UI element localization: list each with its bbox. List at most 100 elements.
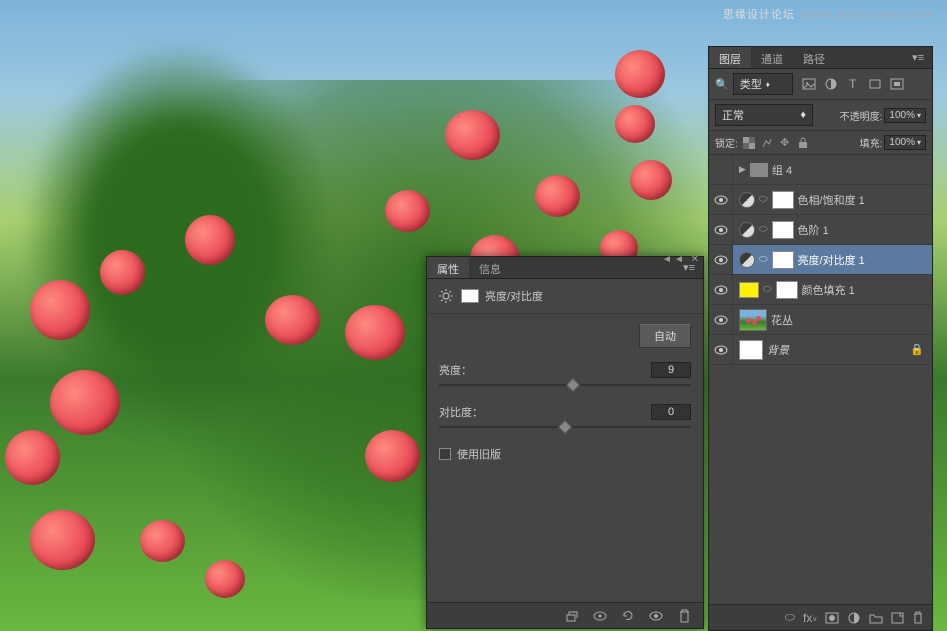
- tab-info[interactable]: 信息: [469, 257, 511, 278]
- flower: [385, 190, 430, 232]
- new-adjustment-icon[interactable]: [847, 611, 861, 625]
- fill-value-field[interactable]: 100% ▾: [884, 135, 926, 150]
- brightness-label: 亮度：: [439, 362, 472, 378]
- link-layers-icon[interactable]: ⬭: [785, 610, 795, 625]
- mask-thumb[interactable]: [772, 251, 794, 269]
- layer-item-group[interactable]: ▶ 组 4: [709, 155, 932, 185]
- toggle-visibility-icon[interactable]: [647, 607, 665, 625]
- clip-icon[interactable]: [563, 607, 581, 625]
- link-icon[interactable]: ⬭: [763, 284, 772, 295]
- visibility-toggle[interactable]: [709, 275, 733, 304]
- tab-paths[interactable]: 路径: [793, 47, 835, 68]
- layer-item-background[interactable]: 背景 🔒: [709, 335, 932, 365]
- flower: [615, 105, 655, 143]
- filter-type-select[interactable]: 类型 ♦: [733, 73, 793, 95]
- layer-list: ▶ 组 4 ⬭ 色相/饱和度 1 ⬭ 色阶 1: [709, 155, 932, 365]
- tab-properties[interactable]: 属性: [427, 257, 469, 278]
- layer-item-brightness-contrast[interactable]: ⬭ 亮度/对比度 1: [709, 245, 932, 275]
- lock-all-icon[interactable]: [796, 136, 810, 150]
- filter-shape-icon[interactable]: [867, 76, 883, 92]
- layer-name[interactable]: 背景: [767, 342, 789, 358]
- brightness-value[interactable]: 9: [651, 362, 691, 378]
- reset-icon[interactable]: [619, 607, 637, 625]
- layer-name[interactable]: 花丛: [771, 312, 793, 328]
- blend-mode-select[interactable]: 正常 ♦: [715, 104, 813, 126]
- mask-thumb[interactable]: [772, 191, 794, 209]
- link-icon[interactable]: ⬭: [759, 254, 768, 265]
- visibility-toggle[interactable]: [709, 185, 733, 214]
- link-icon[interactable]: ⬭: [759, 194, 768, 205]
- link-icon[interactable]: ⬭: [759, 224, 768, 235]
- panel-collapse-icon[interactable]: ◄◄ ✕: [662, 254, 701, 265]
- flower: [30, 510, 95, 570]
- lock-transparency-icon[interactable]: [742, 136, 756, 150]
- add-mask-icon[interactable]: [825, 612, 839, 624]
- filter-adjustment-icon[interactable]: [823, 76, 839, 92]
- brightness-slider[interactable]: [439, 384, 691, 386]
- properties-title: 亮度/对比度: [485, 288, 543, 304]
- lock-position-icon[interactable]: ✥: [778, 136, 792, 150]
- contrast-slider[interactable]: [439, 426, 691, 428]
- mask-icon: [461, 289, 479, 303]
- visibility-toggle[interactable]: [709, 335, 733, 364]
- layer-thumb[interactable]: [739, 309, 767, 331]
- watermark-url: WWW.MISSYUAN.COM: [803, 10, 933, 20]
- legacy-row[interactable]: 使用旧版: [439, 446, 691, 462]
- flower: [50, 370, 120, 435]
- legacy-checkbox[interactable]: [439, 448, 451, 460]
- properties-body: 自动 亮度： 9 对比度： 0 使用旧版: [427, 314, 703, 472]
- layer-name[interactable]: 组 4: [772, 162, 792, 178]
- layer-effects-icon[interactable]: fx˅: [803, 611, 817, 625]
- tab-channels[interactable]: 通道: [751, 47, 793, 68]
- visibility-toggle[interactable]: [709, 245, 733, 274]
- layer-name[interactable]: 颜色填充 1: [802, 282, 855, 298]
- folder-icon: [750, 163, 768, 177]
- properties-header: 亮度/对比度: [427, 279, 703, 314]
- delete-icon[interactable]: [675, 607, 693, 625]
- watermark-text: 思缘设计论坛: [723, 9, 795, 21]
- layer-item-hue-saturation[interactable]: ⬭ 色相/饱和度 1: [709, 185, 932, 215]
- flower: [445, 110, 500, 160]
- visibility-toggle[interactable]: [709, 155, 733, 184]
- layer-name[interactable]: 亮度/对比度 1: [798, 252, 865, 268]
- delete-layer-icon[interactable]: [912, 611, 924, 624]
- flower: [185, 215, 235, 265]
- flower: [140, 520, 185, 562]
- tab-layers[interactable]: 图层: [709, 47, 751, 68]
- filter-pixel-icon[interactable]: [801, 76, 817, 92]
- properties-footer: [427, 602, 703, 628]
- filter-type-icon[interactable]: T: [845, 76, 861, 92]
- adjustment-icon: [739, 192, 755, 208]
- mask-thumb[interactable]: [772, 221, 794, 239]
- layer-name[interactable]: 色阶 1: [798, 222, 829, 238]
- brightness-thumb[interactable]: [565, 378, 579, 392]
- opacity-value-field[interactable]: 100% ▾: [884, 108, 926, 123]
- new-group-icon[interactable]: [869, 612, 883, 624]
- contrast-value[interactable]: 0: [651, 404, 691, 420]
- disclosure-icon[interactable]: ▶: [739, 164, 746, 175]
- layers-footer: ⬭ fx˅: [709, 604, 932, 630]
- layers-menu-icon[interactable]: ▾≡: [904, 47, 932, 68]
- layers-tabs: 图层 通道 路径 ▾≡: [709, 47, 932, 69]
- layer-item-color-fill[interactable]: ⬭ 颜色填充 1: [709, 275, 932, 305]
- layer-thumb[interactable]: [739, 340, 763, 360]
- auto-button[interactable]: 自动: [639, 324, 691, 348]
- layer-filter-row: 🔍 类型 ♦ T: [709, 69, 932, 100]
- lock-pixels-icon[interactable]: [760, 136, 774, 150]
- layer-item-image[interactable]: 花丛: [709, 305, 932, 335]
- visibility-toggle[interactable]: [709, 215, 733, 244]
- chevron-down-icon: ▾: [917, 111, 921, 120]
- filter-type-label: 类型: [740, 76, 762, 92]
- layer-item-levels[interactable]: ⬭ 色阶 1: [709, 215, 932, 245]
- contrast-thumb[interactable]: [558, 420, 572, 434]
- mask-thumb[interactable]: [776, 281, 798, 299]
- fill-thumb[interactable]: [739, 282, 759, 298]
- visibility-toggle[interactable]: [709, 305, 733, 334]
- new-layer-icon[interactable]: [891, 612, 904, 624]
- filter-smart-icon[interactable]: [889, 76, 905, 92]
- layer-name[interactable]: 色相/饱和度 1: [798, 192, 865, 208]
- view-previous-icon[interactable]: [591, 607, 609, 625]
- chevron-down-icon: ♦: [766, 80, 770, 89]
- chevron-down-icon: ♦: [800, 109, 806, 121]
- blend-mode-row: 正常 ♦ 不透明度: 100% ▾: [709, 100, 932, 131]
